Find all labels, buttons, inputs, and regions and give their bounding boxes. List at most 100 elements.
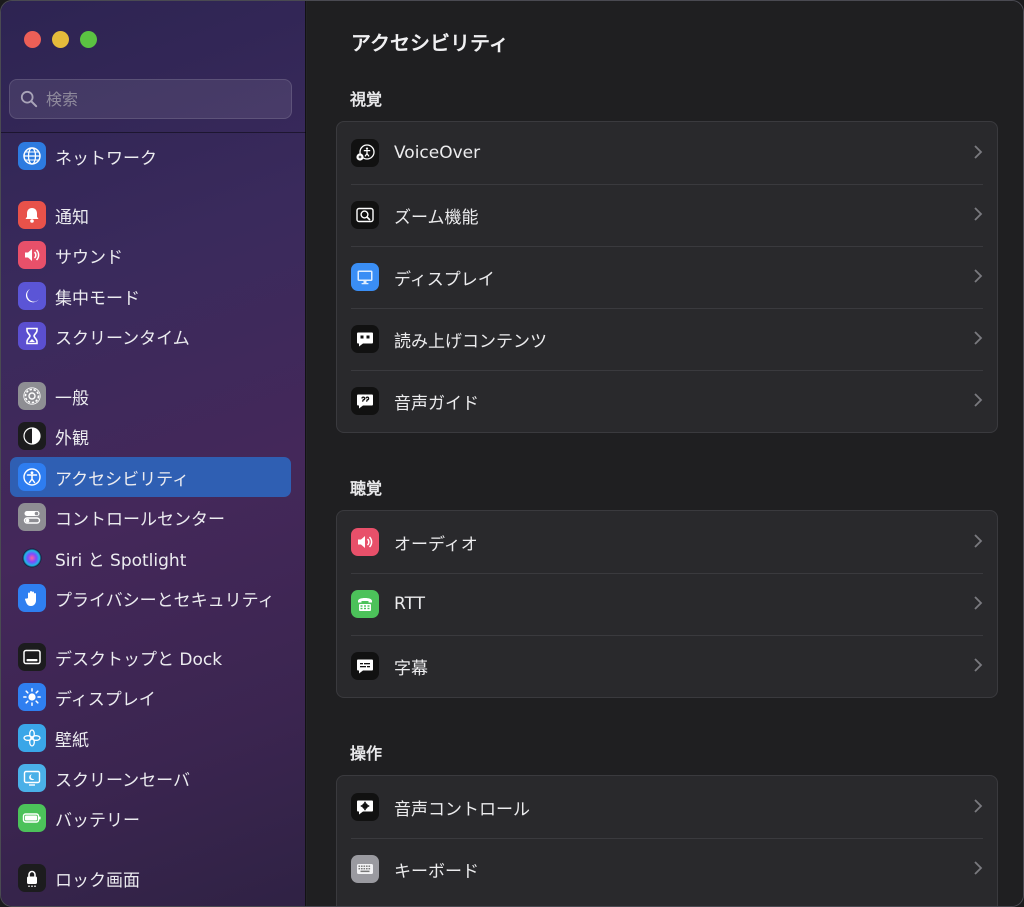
row-audio[interactable]: オーディオ: [337, 511, 997, 573]
sidebar-item-battery[interactable]: バッテリー: [10, 798, 291, 838]
sidebar-item-label: 通知: [55, 207, 89, 228]
sidebar-item-label: ロック画面: [55, 870, 140, 891]
row-label: オーディオ: [394, 534, 478, 555]
speaker-icon: [18, 241, 46, 269]
sidebar-item-screen-saver[interactable]: スクリーンセーバ: [10, 758, 291, 798]
captions-icon: [351, 652, 379, 680]
sidebar-item-general[interactable]: 一般: [10, 376, 291, 416]
sidebar-item-label: コントロールセンター: [55, 509, 225, 530]
chevron-right-icon: [974, 799, 983, 813]
row-voice-control[interactable]: 音声コントロール: [337, 776, 997, 838]
battery-icon: [18, 804, 46, 832]
sidebar-item-displays[interactable]: ディスプレイ: [10, 677, 291, 717]
row-spoken-content[interactable]: 読み上げコンテンツ: [337, 308, 997, 370]
sidebar-item-label: スクリーンセーバ: [55, 770, 190, 791]
sidebar-item-label: 壁紙: [55, 730, 89, 751]
sidebar-item-screen-time[interactable]: スクリーンタイム: [10, 316, 291, 356]
search-icon: [20, 90, 38, 108]
moon-icon: [18, 282, 46, 310]
row-label: RTT: [394, 594, 426, 614]
zoom-button[interactable]: [80, 31, 97, 48]
display-icon: [351, 263, 379, 291]
sidebar-item-control-center[interactable]: コントロールセンター: [10, 497, 291, 537]
main-pane: アクセシビリティ 視覚 VoiceOver ズーム機能 ディスプレイ 読み上げコ…: [307, 1, 1023, 906]
keyboard-icon: [351, 855, 379, 883]
chevron-right-icon: [974, 269, 983, 283]
dock-icon: [18, 643, 46, 671]
sidebar-item-label: サウンド: [55, 247, 123, 268]
gear-icon: [18, 382, 46, 410]
toggles-icon: [18, 503, 46, 531]
flower-icon: [18, 724, 46, 752]
row-audio-description[interactable]: 音声ガイド: [337, 370, 997, 432]
row-voiceover[interactable]: VoiceOver: [337, 122, 997, 184]
accessibility-icon: [18, 463, 46, 491]
row-keyboard[interactable]: キーボード: [337, 838, 997, 900]
row-display[interactable]: ディスプレイ: [337, 246, 997, 308]
sidebar-item-desktop-dock[interactable]: デスクトップと Dock: [10, 637, 291, 677]
row-label: 音声コントロール: [394, 799, 530, 820]
window-controls: [24, 31, 97, 48]
sidebar-item-label: 集中モード: [55, 288, 140, 309]
sidebar-item-notifications[interactable]: 通知: [10, 195, 291, 235]
sidebar: ネットワーク 通知 サウンド 集中モード: [1, 1, 306, 906]
chevron-right-icon: [974, 658, 983, 672]
chevron-right-icon: [974, 534, 983, 548]
sidebar-item-label: スクリーンタイム: [55, 328, 190, 349]
zoom-icon: [351, 201, 379, 229]
group-motor: 音声コントロール キーボード: [336, 775, 998, 906]
search-input[interactable]: [46, 89, 276, 109]
row-zoom[interactable]: ズーム機能: [337, 184, 997, 246]
sidebar-item-privacy-security[interactable]: プライバシーとセキュリティ: [10, 578, 291, 618]
chevron-right-icon: [974, 145, 983, 159]
sidebar-item-sound[interactable]: サウンド: [10, 235, 291, 275]
sidebar-item-label: 一般: [55, 388, 89, 409]
chevron-right-icon: [974, 393, 983, 407]
siri-icon: [18, 544, 46, 572]
row-captions[interactable]: 字幕: [337, 635, 997, 697]
appearance-icon: [18, 422, 46, 450]
chevron-right-icon: [974, 207, 983, 221]
settings-window: ネットワーク 通知 サウンド 集中モード: [0, 0, 1024, 907]
row-label: ズーム機能: [394, 207, 479, 228]
sidebar-item-label: ディスプレイ: [55, 689, 156, 710]
section-title-hearing: 聴覚: [350, 479, 383, 498]
rtt-icon: [351, 590, 379, 618]
chevron-right-icon: [974, 596, 983, 610]
sidebar-item-appearance[interactable]: 外観: [10, 416, 291, 456]
close-button[interactable]: [24, 31, 41, 48]
section-title-vision: 視覚: [350, 90, 383, 109]
sidebar-item-label: ネットワーク: [55, 148, 157, 169]
sidebar-item-lock-screen[interactable]: ロック画面: [10, 858, 291, 898]
section-title-motor: 操作: [350, 744, 383, 763]
chevron-right-icon: [974, 861, 983, 875]
hand-icon: [18, 584, 46, 612]
sidebar-item-label: Siri と Spotlight: [55, 550, 187, 571]
row-label: 音声ガイド: [394, 393, 479, 414]
row-label: VoiceOver: [394, 143, 481, 163]
sidebar-item-focus[interactable]: 集中モード: [10, 276, 291, 316]
sidebar-item-label: バッテリー: [55, 810, 140, 831]
sidebar-item-wallpaper[interactable]: 壁紙: [10, 718, 291, 758]
bell-icon: [18, 201, 46, 229]
row-label: 読み上げコンテンツ: [394, 331, 547, 352]
sidebar-divider: [1, 132, 306, 133]
sidebar-item-label: プライバシーとセキュリティ: [55, 590, 275, 611]
group-vision: VoiceOver ズーム機能 ディスプレイ 読み上げコンテンツ 音声ガイド: [336, 121, 998, 433]
minimize-button[interactable]: [52, 31, 69, 48]
row-rtt[interactable]: RTT: [337, 573, 997, 635]
sidebar-item-accessibility[interactable]: アクセシビリティ: [10, 457, 291, 497]
row-label: キーボード: [394, 861, 479, 882]
sidebar-item-network[interactable]: ネットワーク: [10, 136, 291, 176]
row-label: 字幕: [394, 658, 428, 679]
sidebar-item-label: アクセシビリティ: [55, 469, 190, 490]
audio-description-icon: [351, 387, 379, 415]
spoken-content-icon: [351, 325, 379, 353]
lock-icon: [18, 864, 46, 892]
search-field[interactable]: [9, 79, 292, 119]
sidebar-item-siri-spotlight[interactable]: Siri と Spotlight: [10, 538, 291, 578]
page-title: アクセシビリティ: [351, 31, 509, 55]
voice-control-icon: [351, 793, 379, 821]
audio-icon: [351, 528, 379, 556]
sun-icon: [18, 683, 46, 711]
